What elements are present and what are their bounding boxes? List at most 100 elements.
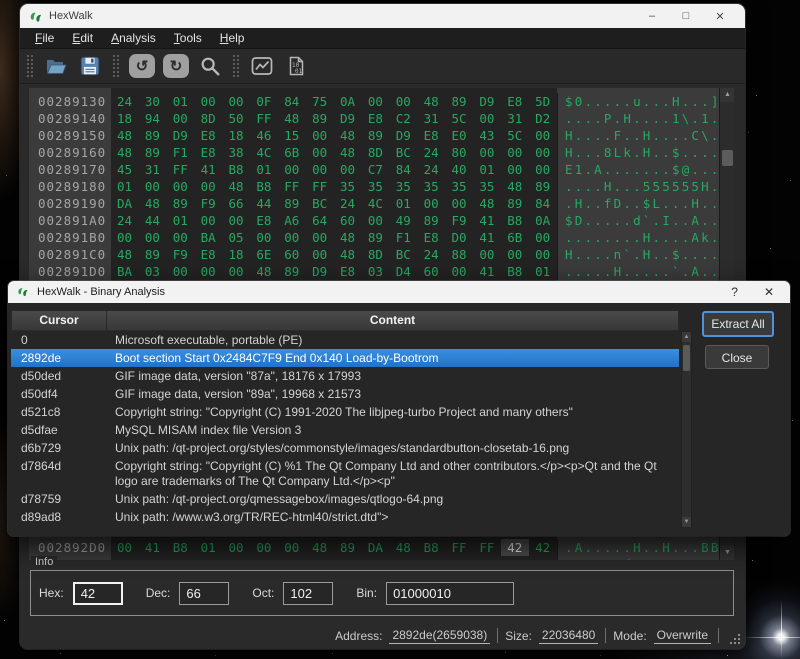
chart-button[interactable] <box>248 52 276 80</box>
hex-byte[interactable]: 00 <box>362 93 390 110</box>
hex-byte[interactable]: 48 <box>111 144 139 161</box>
hex-byte[interactable]: 4C <box>362 195 390 212</box>
hex-byte[interactable]: 00 <box>306 161 334 178</box>
hex-byte[interactable]: D9 <box>390 127 418 144</box>
analysis-table-row[interactable]: d78759 Unix path: /qt-project.org/qmessa… <box>11 490 679 508</box>
hex-byte[interactable]: 66 <box>223 195 251 212</box>
hex-byte[interactable]: BC <box>306 195 334 212</box>
hex-byte[interactable]: 48 <box>111 127 139 144</box>
maximize-button[interactable]: □ <box>669 10 703 22</box>
resize-grip[interactable] <box>730 634 740 644</box>
hex-byte[interactable]: E8 <box>501 93 529 110</box>
hex-byte[interactable]: 24 <box>418 144 446 161</box>
redo-button[interactable]: ↻ <box>162 52 190 80</box>
hex-byte[interactable]: 03 <box>139 263 167 280</box>
hex-byte[interactable]: 89 <box>278 263 306 280</box>
hex-byte[interactable]: F9 <box>167 246 195 263</box>
hex-byte[interactable]: 00 <box>529 127 557 144</box>
hex-byte[interactable]: 89 <box>139 246 167 263</box>
ascii-text[interactable]: ....P.H....1\.1. <box>557 110 719 127</box>
hex-byte[interactable]: 31 <box>501 110 529 127</box>
hex-byte[interactable]: 24 <box>111 212 139 229</box>
hex-byte[interactable]: 89 <box>139 127 167 144</box>
hex-byte[interactable]: 60 <box>418 263 446 280</box>
hex-byte[interactable]: 00 <box>278 229 306 246</box>
hex-byte[interactable]: F1 <box>167 144 195 161</box>
hex-byte[interactable]: 5C <box>446 110 474 127</box>
hex-byte[interactable]: 89 <box>362 229 390 246</box>
hex-byte[interactable]: 00 <box>334 161 362 178</box>
hex-byte[interactable]: 8D <box>362 246 390 263</box>
hex-byte[interactable]: 30 <box>139 93 167 110</box>
hex-byte[interactable]: 6E <box>250 246 278 263</box>
hex-byte[interactable]: 24 <box>334 195 362 212</box>
hex-byte[interactable]: FF <box>278 178 306 195</box>
close-button[interactable]: ✕ <box>703 10 737 23</box>
close-dialog-button[interactable]: Close <box>705 345 769 369</box>
hex-byte[interactable]: 84 <box>529 195 557 212</box>
hex-byte[interactable]: 41 <box>473 263 501 280</box>
hex-byte[interactable]: 00 <box>418 195 446 212</box>
hex-byte[interactable]: 00 <box>195 93 223 110</box>
hex-byte[interactable]: 80 <box>446 144 474 161</box>
hex-byte[interactable]: 45 <box>111 161 139 178</box>
hex-byte[interactable]: 84 <box>390 161 418 178</box>
hex-byte[interactable]: 01 <box>250 161 278 178</box>
dec-field[interactable] <box>179 582 229 605</box>
hex-byte[interactable]: 00 <box>473 144 501 161</box>
hex-byte[interactable]: 48 <box>223 178 251 195</box>
hex-byte[interactable]: 00 <box>111 229 139 246</box>
hex-byte[interactable]: D9 <box>306 263 334 280</box>
hex-row[interactable]: 00289190 DA4889F9664489BC244C01000048898… <box>29 195 734 212</box>
analysis-table-row[interactable]: d7864d Copyright string: "Copyright (C) … <box>11 457 679 490</box>
hex-byte[interactable]: 89 <box>139 144 167 161</box>
table-scrollbar-thumb[interactable] <box>683 345 690 371</box>
hex-byte[interactable]: 18 <box>111 110 139 127</box>
hex-byte[interactable]: 00 <box>223 93 251 110</box>
hex-byte[interactable]: 48 <box>139 195 167 212</box>
hex-byte[interactable]: 00 <box>139 178 167 195</box>
hex-byte[interactable]: 31 <box>139 161 167 178</box>
hex-byte[interactable]: 00 <box>501 246 529 263</box>
hex-byte[interactable]: D9 <box>334 110 362 127</box>
menu-file[interactable]: File <box>26 29 63 47</box>
hex-byte[interactable]: E0 <box>446 127 474 144</box>
ascii-text[interactable]: ....H...555555H. <box>557 178 719 195</box>
binary-converter-button[interactable]: 1001 <box>282 52 310 80</box>
undo-button[interactable]: ↺ <box>128 52 156 80</box>
ascii-text[interactable]: ........H....Ak. <box>557 229 719 246</box>
hex-byte[interactable]: 46 <box>250 127 278 144</box>
toolbar-grip[interactable] <box>233 55 239 77</box>
hex-byte[interactable]: 00 <box>195 263 223 280</box>
hex-byte[interactable]: 00 <box>446 263 474 280</box>
hex-byte[interactable]: 00 <box>223 212 251 229</box>
hex-byte[interactable]: 01 <box>167 93 195 110</box>
hex-row[interactable]: 002891A0 2444010000E8A66460004989F941B80… <box>29 212 734 229</box>
hex-byte[interactable]: E8 <box>418 127 446 144</box>
hex-byte[interactable]: 48 <box>334 246 362 263</box>
hex-byte[interactable]: B8 <box>223 161 251 178</box>
hex-byte[interactable]: E8 <box>418 229 446 246</box>
analysis-table-row[interactable]: 2892de Boot section Start 0x2484C7F9 End… <box>11 349 679 367</box>
hex-byte[interactable]: 41 <box>473 212 501 229</box>
minimize-button[interactable]: – <box>635 10 669 22</box>
hex-byte[interactable]: 89 <box>501 195 529 212</box>
hex-byte[interactable]: 5D <box>529 93 557 110</box>
hex-byte[interactable]: C7 <box>362 161 390 178</box>
hex-byte[interactable]: FF <box>250 110 278 127</box>
hex-byte[interactable]: 94 <box>139 110 167 127</box>
hex-byte[interactable]: BC <box>390 144 418 161</box>
hex-byte[interactable]: 40 <box>446 161 474 178</box>
cursor-column-header[interactable]: Cursor <box>12 311 107 330</box>
hex-byte[interactable]: 01 <box>473 161 501 178</box>
hex-byte[interactable]: 00 <box>529 161 557 178</box>
oct-field[interactable] <box>283 582 333 605</box>
hex-byte[interactable]: B8 <box>501 263 529 280</box>
hex-byte[interactable]: 0A <box>529 212 557 229</box>
hex-byte[interactable]: 89 <box>418 212 446 229</box>
hex-byte[interactable]: 00 <box>167 110 195 127</box>
bin-field[interactable] <box>386 582 514 605</box>
hex-row[interactable]: 00289130 24300100000F84750A00004889D9E85… <box>29 93 734 110</box>
hex-byte[interactable]: 24 <box>418 246 446 263</box>
hex-byte[interactable]: B8 <box>250 178 278 195</box>
